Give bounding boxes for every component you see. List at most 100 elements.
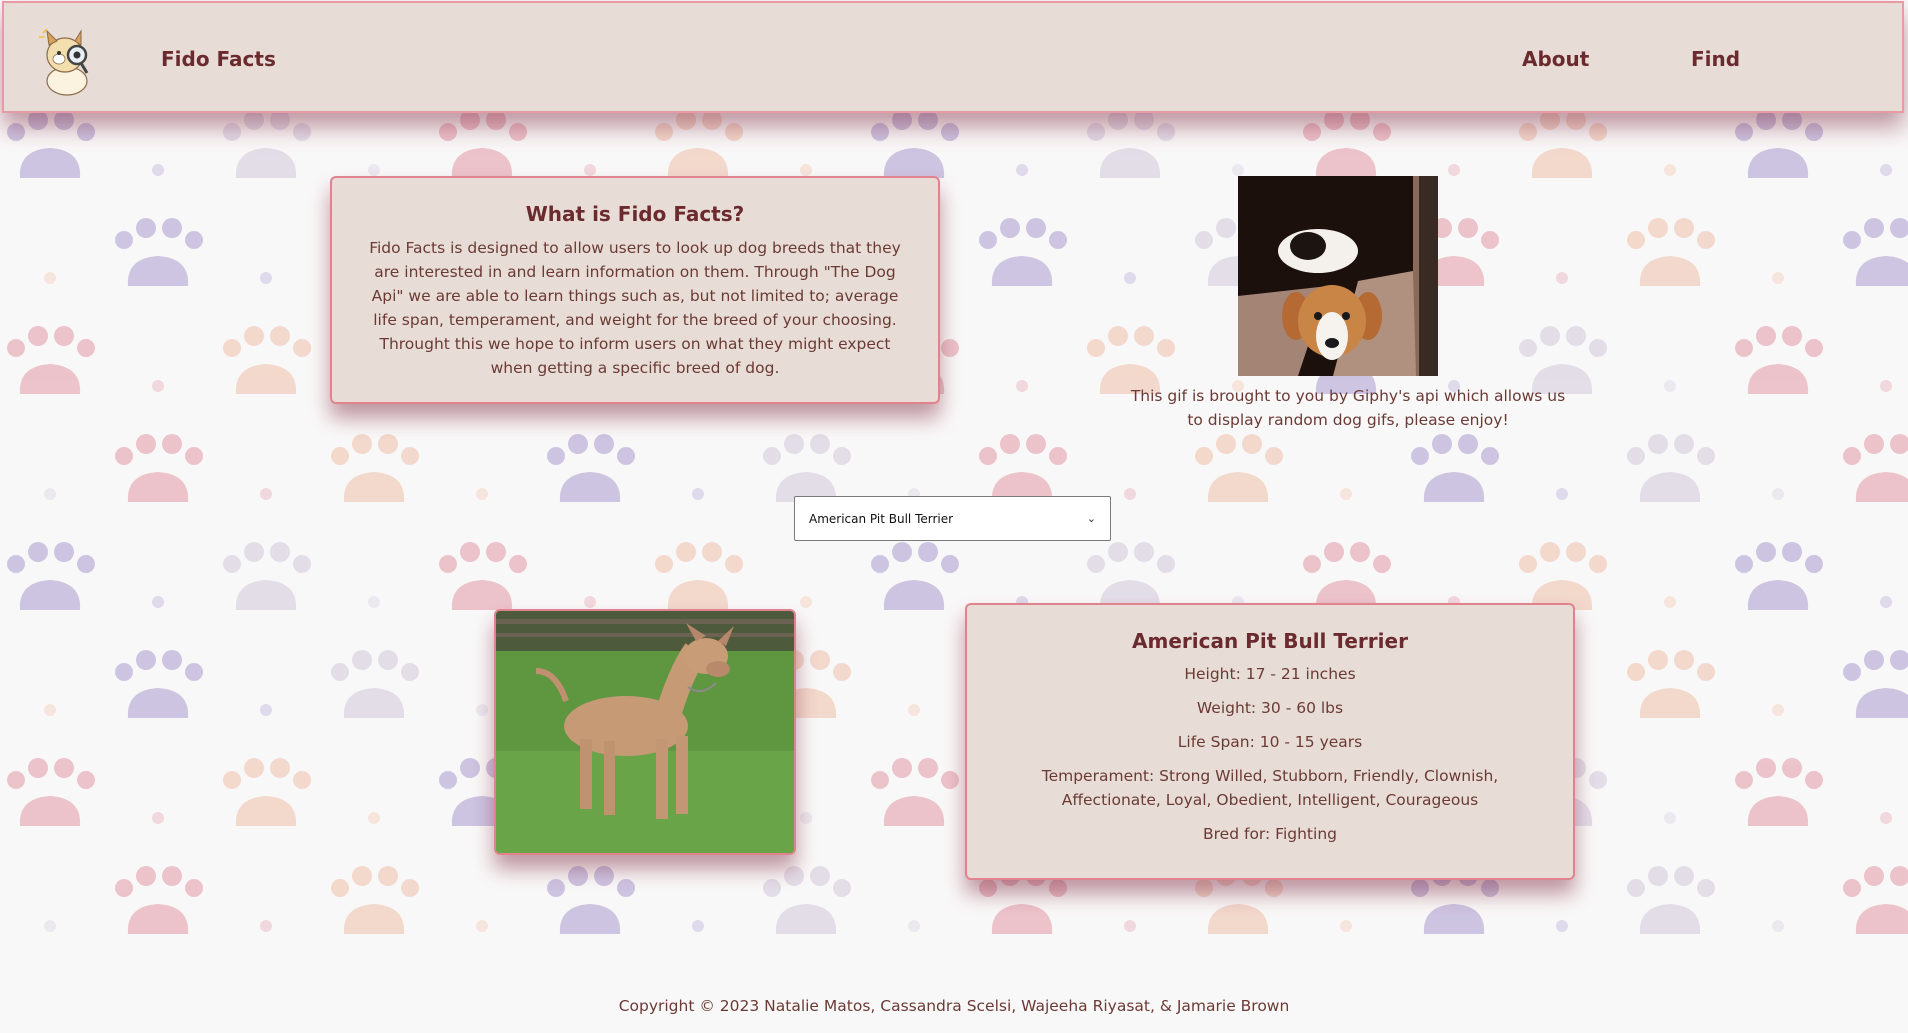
breed-temperament: Temperament: Strong Willed, Stubborn, Fr… [1041,767,1499,809]
paw-print-icon [7,542,95,610]
paw-print-icon [547,866,635,934]
paw-dot-icon [1124,272,1136,284]
paw-dot-icon [260,272,272,284]
paw-print-icon [1843,434,1908,502]
paw-dot-icon [800,812,812,824]
paw-dot-icon [1664,596,1676,608]
paw-print-icon [331,434,419,502]
paw-dot-icon [260,704,272,716]
paw-dot-icon [1772,272,1784,284]
paw-dot-icon [260,488,272,500]
paw-print-icon [1843,218,1908,286]
paw-print-icon [223,326,311,394]
paw-print-icon [1519,542,1607,610]
paw-print-icon [1303,110,1391,178]
paw-print-icon [871,542,959,610]
paw-dot-icon [1880,164,1892,176]
about-title: What is Fido Facts? [525,202,745,226]
footer-copyright: Copyright © 2023 Natalie Matos, Cassandr… [618,997,1290,1015]
paw-dot-icon [1880,812,1892,824]
paw-print-icon [1735,542,1823,610]
paw-dot-icon [584,596,596,608]
paw-print-icon [655,110,743,178]
paw-print-icon [1843,866,1908,934]
breed-dropdown[interactable]: American Pit Bull Terrier ⌄ [794,496,1111,541]
paw-dot-icon [1664,164,1676,176]
paw-dot-icon [692,920,704,932]
paw-print-icon [1627,218,1715,286]
paw-print-icon [1735,758,1823,826]
paw-print-icon [547,434,635,502]
paw-print-icon [655,542,743,610]
paw-dot-icon [152,380,164,392]
paw-print-icon [115,866,203,934]
breed-dropdown-value: American Pit Bull Terrier [809,511,954,526]
paw-dot-icon [44,272,56,284]
paw-print-icon [1627,650,1715,718]
paw-print-icon [331,650,419,718]
top-navbar: Fido Facts About Find [2,1,1904,113]
paw-print-icon [7,326,95,394]
breed-info-card: American Pit Bull Terrier Height: 17 - 2… [965,603,1575,880]
paw-print-icon [979,218,1067,286]
paw-dot-icon [1880,380,1892,392]
paw-dot-icon [476,920,488,932]
nav-find-link[interactable]: Find [1691,47,1740,71]
site-title[interactable]: Fido Facts [161,47,276,71]
paw-dot-icon [260,920,272,932]
paw-print-icon [7,110,95,178]
paw-dot-icon [1772,920,1784,932]
paw-print-icon [115,218,203,286]
paw-print-icon [439,110,527,178]
paw-print-icon [1087,542,1175,610]
paw-dot-icon [44,488,56,500]
paw-dot-icon [476,704,488,716]
paw-dot-icon [1664,812,1676,824]
paw-dot-icon [1556,272,1568,284]
paw-print-icon [1303,542,1391,610]
paw-dot-icon [1772,488,1784,500]
paw-dot-icon [1880,596,1892,608]
paw-dot-icon [1016,164,1028,176]
breed-height: Height: 17 - 21 inches [1184,665,1356,683]
random-dog-gif [1238,176,1438,376]
paw-dot-icon [368,596,380,608]
chevron-down-icon: ⌄ [1086,512,1096,525]
paw-dot-icon [692,488,704,500]
paw-dot-icon [908,704,920,716]
paw-dot-icon [152,812,164,824]
paw-print-icon [1735,110,1823,178]
paw-dot-icon [1772,704,1784,716]
paw-print-icon [1519,110,1607,178]
paw-print-icon [7,758,95,826]
paw-print-icon [871,758,959,826]
paw-dot-icon [1124,920,1136,932]
paw-print-icon [1195,434,1283,502]
paw-dot-icon [908,920,920,932]
nav-about-link[interactable]: About [1522,47,1589,71]
paw-print-icon [223,110,311,178]
paw-dot-icon [1340,488,1352,500]
paw-dot-icon [800,596,812,608]
paw-dot-icon [1448,164,1460,176]
paw-print-icon [331,866,419,934]
paw-print-icon [223,758,311,826]
dog-detective-logo-icon[interactable] [37,25,101,97]
paw-print-icon [763,434,851,502]
paw-print-icon [979,434,1067,502]
breed-name: American Pit Bull Terrier [1132,629,1408,653]
paw-dot-icon [152,596,164,608]
paw-print-icon [763,866,851,934]
paw-dot-icon [1664,380,1676,392]
paw-print-icon [871,110,959,178]
breed-weight: Weight: 30 - 60 lbs [1196,699,1344,717]
paw-dot-icon [44,704,56,716]
paw-dot-icon [1340,920,1352,932]
paw-dot-icon [1556,920,1568,932]
paw-dot-icon [584,164,596,176]
about-description: Fido Facts is designed to allow users to… [369,239,901,377]
gif-caption: This gif is brought to you by Giphy's ap… [1130,387,1566,429]
paw-dot-icon [476,488,488,500]
breed-bred-for: Bred for: Fighting [1203,825,1337,843]
paw-print-icon [115,650,203,718]
